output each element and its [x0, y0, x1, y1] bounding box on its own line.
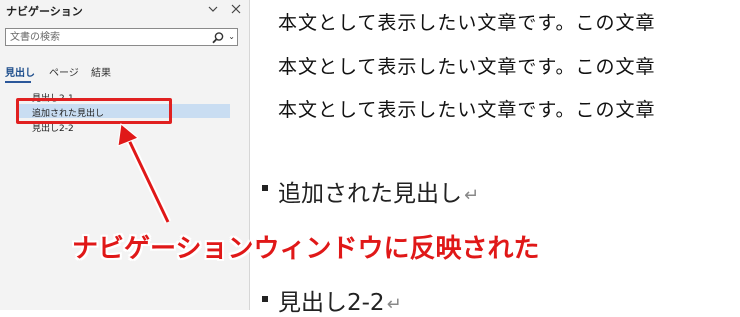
tab-headings[interactable]: 見出し — [5, 64, 35, 79]
doc-heading-text: 見出し2-2 — [278, 290, 385, 316]
body-text-line: 本文として表示したい文章です。この文章 — [278, 99, 656, 121]
chevron-down-icon[interactable] — [205, 1, 221, 17]
highlight-box — [16, 98, 172, 124]
doc-heading-added[interactable]: 追加された見出し ↵ — [278, 174, 479, 208]
search-options-chevron-icon[interactable]: ⌄ — [228, 29, 235, 45]
paragraph-mark-icon: ↵ — [386, 294, 402, 315]
heading-bullet-icon — [262, 185, 268, 191]
body-text-line: 本文として表示したい文章です。この文章 — [278, 12, 656, 34]
body-text-line: 本文として表示したい文章です。この文章 — [278, 56, 656, 78]
heading-bullet-icon — [262, 296, 268, 302]
annotation-callout: ナビゲーションウィンドウに反映された — [72, 234, 540, 264]
paragraph-mark-icon: ↵ — [464, 185, 480, 206]
tab-pages[interactable]: ページ — [49, 64, 79, 79]
search-box: ⌄ — [5, 28, 238, 46]
doc-heading[interactable]: 見出し2-2 ↵ — [278, 283, 402, 317]
tab-results[interactable]: 結果 — [91, 64, 111, 79]
nav-pane-title: ナビゲーション — [6, 5, 83, 18]
close-icon[interactable] — [228, 1, 244, 17]
active-tab-indicator — [5, 81, 31, 83]
search-input[interactable] — [10, 29, 210, 45]
doc-heading-text: 追加された見出し — [278, 181, 462, 207]
search-icon[interactable] — [211, 30, 225, 44]
